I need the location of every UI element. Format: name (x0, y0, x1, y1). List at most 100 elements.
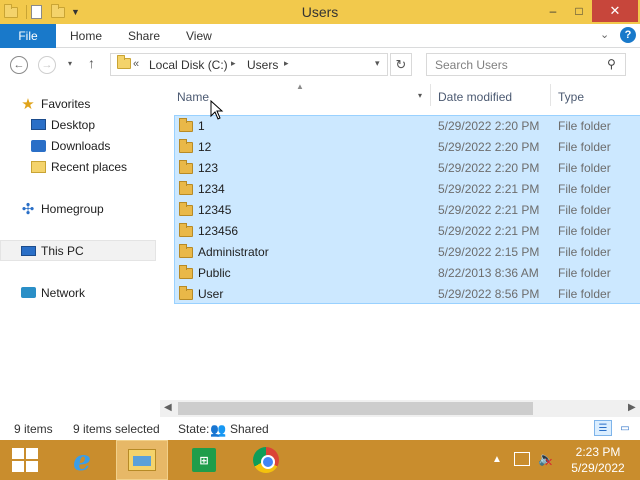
file-type: File folder (558, 119, 611, 133)
taskbar-internet-explorer[interactable]: e (56, 440, 108, 480)
file-list[interactable]: ▲ Name ▾ Date modified Type 1 5/29/2022 … (160, 82, 640, 400)
star-icon: ★ (21, 95, 35, 113)
file-name: 123 (198, 161, 219, 175)
file-type: File folder (558, 287, 611, 301)
nav-item-label: Homegroup (41, 201, 104, 216)
scrollbar-thumb[interactable] (178, 402, 533, 415)
folder-icon (179, 181, 193, 195)
file-name: 12 (198, 140, 212, 154)
nav-item-label: Favorites (41, 96, 91, 111)
table-row[interactable]: 1234 5/29/2022 2:21 PM File folder (174, 178, 640, 199)
taskbar-chrome[interactable] (240, 440, 292, 480)
address-bar[interactable]: « Local Disk (C:) ▸ Users ▸ ▾ (110, 53, 388, 76)
clock-time: 2:23 PM (575, 445, 621, 459)
large-icons-view-icon[interactable]: ▭ (616, 420, 634, 436)
column-header-date-modified[interactable]: Date modified (438, 90, 512, 104)
table-row[interactable]: 123 5/29/2022 2:20 PM File folder (174, 157, 640, 178)
folder-icon (117, 55, 131, 69)
scroll-right-icon[interactable]: ▶ (628, 402, 636, 413)
file-name: Administrator (198, 245, 269, 259)
details-view-icon[interactable]: ☰ (594, 420, 612, 436)
help-icon[interactable]: ? (620, 27, 636, 43)
table-row[interactable]: 1 5/29/2022 2:20 PM File folder (174, 115, 640, 136)
windows-logo-icon (26, 461, 38, 472)
table-row[interactable]: User 5/29/2022 8:56 PM File folder (174, 283, 640, 304)
desktop-icon (30, 118, 46, 132)
file-name: 1234 (198, 182, 225, 196)
nav-item-recent-places[interactable]: Recent places (0, 156, 156, 177)
windows-logo-icon (12, 448, 24, 459)
nav-item-label: Recent places (51, 159, 128, 174)
chevron-right-icon[interactable]: ▸ (231, 58, 236, 69)
file-name: Public (198, 266, 231, 280)
search-box[interactable]: ⚲ (426, 53, 626, 76)
taskbar-file-explorer[interactable] (116, 440, 168, 480)
nav-item-label: Network (41, 285, 86, 300)
tab-share[interactable]: Share (128, 29, 160, 43)
status-bar: 9 items 9 items selected State: 👥 Shared… (0, 417, 640, 440)
maximize-button[interactable]: □ (566, 0, 592, 22)
recent-places-icon (30, 160, 46, 174)
nav-item-downloads[interactable]: Downloads (0, 135, 156, 156)
file-type: File folder (558, 224, 611, 238)
table-row[interactable]: 123456 5/29/2022 2:21 PM File folder (174, 220, 640, 241)
navigation-pane: ★ Favorites Desktop Downloads Recent pla… (0, 82, 160, 400)
show-hidden-icons-icon[interactable]: ▲ (492, 454, 502, 465)
breadcrumb-local-disk[interactable]: Local Disk (C:) (149, 58, 228, 72)
nav-item-desktop[interactable]: Desktop (0, 114, 156, 135)
table-row[interactable]: Administrator 5/29/2022 2:15 PM File fol… (174, 241, 640, 262)
nav-item-favorites[interactable]: ★ Favorites (0, 93, 156, 114)
taskbar-store[interactable]: ⊞ (178, 440, 230, 480)
address-dropdown-icon[interactable]: ▾ (375, 58, 380, 69)
clock[interactable]: 2:23 PM 5/29/2022 (560, 444, 636, 476)
folder-icon (179, 139, 193, 153)
column-filter-icon[interactable]: ▾ (418, 91, 422, 100)
homegroup-icon: ✣ (21, 200, 35, 218)
file-date: 5/29/2022 2:20 PM (438, 119, 540, 133)
network-tray-icon[interactable] (514, 452, 530, 466)
ribbon: File Home Share View ⌄ ? (0, 24, 640, 48)
forward-button[interactable]: → (38, 56, 56, 74)
chevron-right-icon[interactable]: ▸ (284, 58, 289, 69)
table-row[interactable]: Public 8/22/2013 8:36 AM File folder (174, 262, 640, 283)
file-name: 12345 (198, 203, 232, 217)
column-header-type[interactable]: Type (558, 90, 584, 104)
scroll-left-icon[interactable]: ◀ (164, 402, 172, 413)
file-type: File folder (558, 182, 611, 196)
tab-file[interactable]: File (0, 24, 56, 48)
store-icon: ⊞ (192, 448, 216, 472)
search-icon[interactable]: ⚲ (607, 57, 616, 71)
back-button[interactable]: ← (10, 56, 28, 74)
refresh-button[interactable]: ↻ (390, 53, 412, 76)
minimize-button[interactable]: – (540, 0, 566, 22)
up-button[interactable]: ↑ (88, 55, 95, 71)
column-header-name[interactable]: Name (177, 90, 209, 104)
table-row[interactable]: 12 5/29/2022 2:20 PM File folder (174, 136, 640, 157)
nav-item-this-pc[interactable]: This PC (0, 240, 156, 261)
breadcrumb-users[interactable]: Users (247, 58, 278, 72)
sort-ascending-icon: ▲ (296, 82, 304, 91)
nav-item-homegroup[interactable]: ✣ Homegroup (0, 198, 156, 219)
file-type: File folder (558, 266, 611, 280)
tab-view[interactable]: View (186, 29, 212, 43)
column-divider[interactable] (430, 84, 431, 106)
search-input[interactable] (427, 54, 597, 75)
start-button[interactable] (12, 448, 38, 472)
title-bar: ▼ Users – □ ✕ (0, 0, 640, 24)
tab-home[interactable]: Home (70, 29, 102, 43)
column-divider[interactable] (550, 84, 551, 106)
expand-ribbon-icon[interactable]: ⌄ (600, 28, 609, 41)
nav-item-network[interactable]: Network (0, 282, 156, 303)
folder-icon (179, 202, 193, 216)
address-overflow-icon[interactable]: « (133, 58, 139, 70)
file-type: File folder (558, 245, 611, 259)
folder-icon (179, 223, 193, 237)
close-button[interactable]: ✕ (592, 0, 638, 22)
file-date: 5/29/2022 8:56 PM (438, 287, 540, 301)
muted-icon: ✕ (544, 457, 554, 469)
horizontal-scrollbar[interactable]: ◀ ▶ (160, 400, 640, 417)
nav-item-label: This PC (41, 243, 84, 258)
file-type: File folder (558, 161, 611, 175)
table-row[interactable]: 12345 5/29/2022 2:21 PM File folder (174, 199, 640, 220)
recent-locations-icon[interactable]: ▾ (68, 59, 72, 68)
